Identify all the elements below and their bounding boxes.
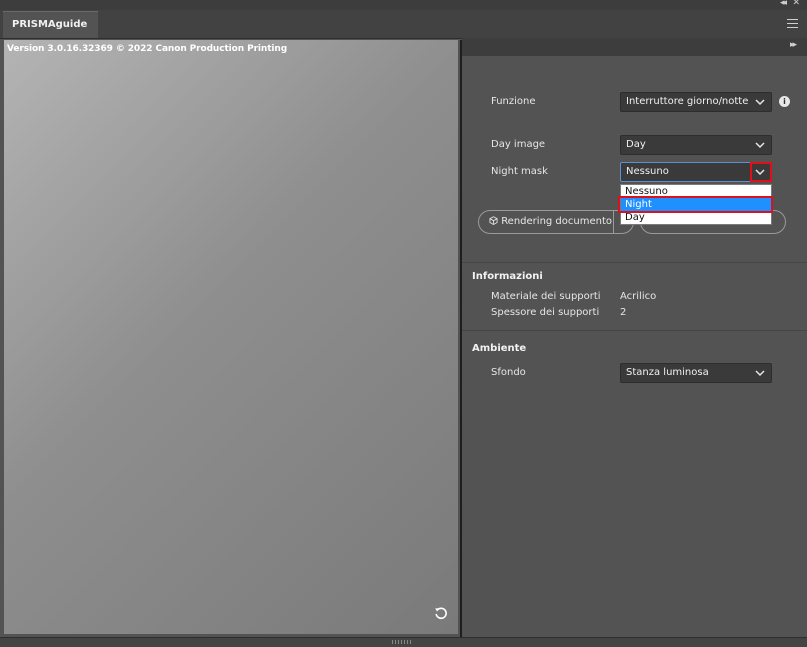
annotation-box-night-option — [618, 196, 773, 213]
annotation-box-chevron — [750, 162, 772, 182]
function-select[interactable]: Interruttore giorno/notte — [620, 92, 772, 112]
render-document-label: Rendering documento — [501, 216, 613, 227]
hamburger-menu-icon[interactable] — [787, 19, 798, 31]
day-image-select[interactable]: Day — [620, 135, 772, 155]
night-mask-label: Night mask — [491, 166, 548, 177]
version-text: Version 3.0.16.32369 © 2022 Canon Produc… — [7, 44, 288, 54]
panel-header: ▸▸ — [462, 38, 807, 56]
info-icon[interactable]: i — [779, 96, 790, 107]
ambient-section-title: Ambiente — [472, 343, 527, 354]
resize-grip[interactable] — [392, 640, 412, 644]
divider — [462, 330, 807, 331]
cube-icon — [489, 216, 498, 225]
chevron-down-icon — [755, 142, 765, 149]
reset-view-icon[interactable] — [434, 606, 448, 620]
function-label: Funzione — [491, 96, 536, 107]
preview-canvas[interactable]: Version 3.0.16.32369 © 2022 Canon Produc… — [4, 40, 458, 634]
settings-panel: ▸▸ Funzione Interruttore giorno/notte i … — [462, 38, 807, 637]
tab-prismaguide[interactable]: PRISMAguide XL — [3, 11, 98, 55]
chevron-down-icon — [755, 370, 765, 377]
divider — [462, 262, 807, 263]
render-button-divider — [613, 210, 614, 234]
media-thickness-label: Spessore dei supporti — [491, 307, 600, 318]
function-value: Interruttore giorno/notte — [626, 96, 749, 107]
night-mask-value: Nessuno — [626, 166, 669, 177]
render-document-button[interactable]: Rendering documento — [478, 210, 634, 234]
collapse-panel-icon[interactable]: ◂◂ — [780, 0, 787, 8]
media-material-label: Materiale dei supporti — [491, 291, 601, 302]
media-material-value: Acrilico — [620, 291, 657, 302]
background-select[interactable]: Stanza luminosa — [620, 363, 772, 383]
day-image-value: Day — [626, 139, 646, 150]
expand-panel-icon[interactable]: ▸▸ — [790, 40, 797, 50]
chevron-down-icon — [755, 99, 765, 106]
tab-bar: PRISMAguide XL — [0, 10, 807, 55]
day-image-label: Day image — [491, 139, 546, 150]
media-thickness-value: 2 — [620, 307, 627, 318]
window-top-strip: ◂◂ ✕ — [0, 0, 807, 10]
info-section-title: Informazioni — [472, 271, 543, 282]
close-icon[interactable]: ✕ — [792, 0, 800, 8]
background-value: Stanza luminosa — [626, 367, 709, 378]
background-label: Sfondo — [491, 367, 526, 378]
